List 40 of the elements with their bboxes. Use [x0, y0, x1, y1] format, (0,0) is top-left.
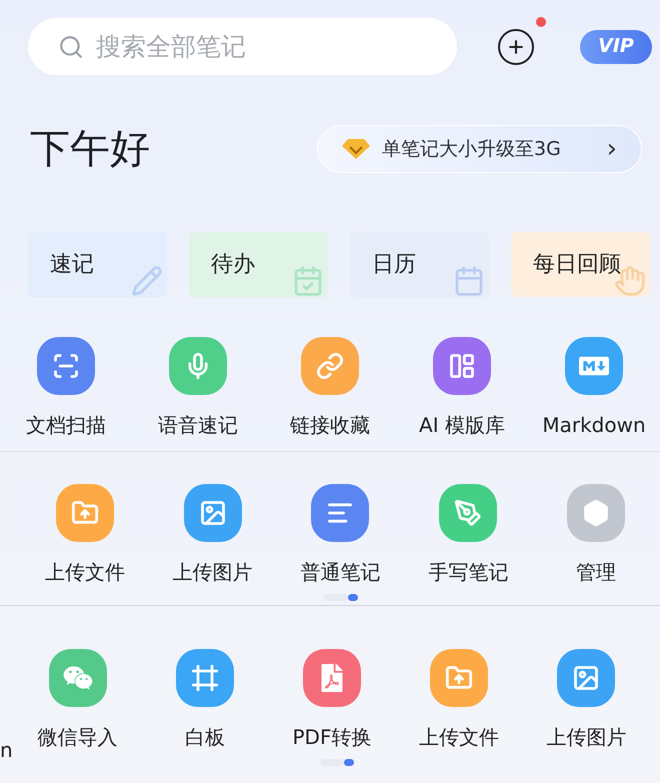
tool-button[interactable]: 普通笔记	[276, 484, 404, 584]
shortcut-card[interactable]: 日历	[350, 232, 489, 297]
search-input[interactable]: 搜索全部笔记	[96, 28, 396, 66]
tool-button[interactable]: 上传文件	[396, 649, 523, 749]
frame-icon	[190, 664, 219, 692]
hexagon-icon	[582, 499, 610, 527]
tool-button[interactable]: PDF转换	[268, 649, 396, 749]
shortcut-card[interactable]: 待办	[189, 232, 328, 297]
tool-button[interactable]: 链接收藏	[264, 337, 396, 437]
tool-button[interactable]: 上传文件	[21, 484, 149, 584]
diamond-icon	[342, 138, 370, 160]
calendar-check-icon	[292, 265, 324, 297]
tool-button[interactable]: 语音速记	[132, 337, 264, 437]
tool-button[interactable]: 管理	[532, 484, 660, 584]
image-icon	[572, 664, 600, 692]
image-icon	[198, 499, 227, 527]
tool-button[interactable]: 上传图片	[148, 484, 277, 584]
chevron: ›	[606, 132, 617, 166]
scanner-icon	[52, 352, 80, 380]
layout-icon	[448, 352, 476, 380]
cut-label: n	[0, 738, 13, 762]
tool-button[interactable]: 手写笔记	[404, 484, 532, 584]
tool-button[interactable]: 微信导入	[14, 649, 142, 749]
link-icon	[316, 352, 344, 380]
pencil-icon	[131, 265, 163, 297]
promo-banner[interactable]: 单笔记大小升级至3G ›	[317, 125, 642, 173]
add-button[interactable]	[498, 28, 534, 64]
shortcut-card[interactable]: 每日回顾	[511, 232, 650, 297]
search-field[interactable]: 搜索全部笔记	[28, 18, 457, 75]
greeting: 下午好	[30, 125, 150, 173]
tool-button[interactable]: AI 模版库	[396, 337, 528, 437]
search-icon	[58, 34, 84, 60]
tool-button[interactable]: 文档扫描	[0, 337, 132, 437]
promo-text: 单笔记大小升级至3G	[382, 136, 561, 162]
calendar-icon	[453, 265, 485, 297]
pen-icon	[454, 499, 482, 527]
tool-button[interactable]: Markdown	[528, 337, 660, 437]
tool-button[interactable]: 上传图片	[522, 649, 650, 749]
shortcut-card[interactable]: 速记	[28, 232, 167, 297]
tool-button[interactable]: 白板	[141, 649, 268, 749]
